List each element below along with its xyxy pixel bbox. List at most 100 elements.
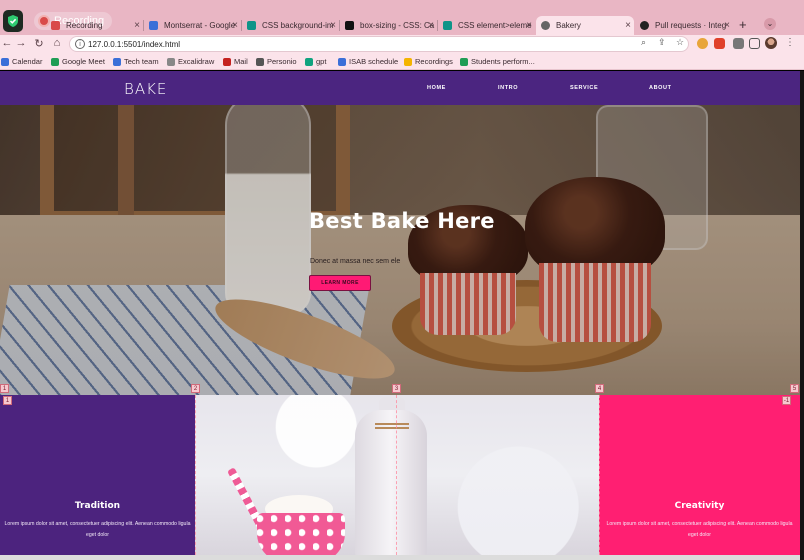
meet-icon [51,58,59,66]
drive-icon [404,58,412,66]
grid-marker: 4 [595,384,604,393]
bookmark-label: Students perform... [471,57,535,66]
tab-title: CSS background-im [262,21,334,30]
bookmark-label: Personio [267,57,297,66]
bookmark-label: Tech team [124,57,159,66]
browser-tab[interactable]: Pull requests · Integ × [635,16,733,35]
site-info-icon[interactable]: i [75,39,85,49]
tab-favicon-icon [149,21,158,30]
doc-icon [113,58,121,66]
browser-tab[interactable]: CSS background-im × [242,16,339,35]
forward-arrow-icon[interactable]: → [14,37,28,49]
grid-marker: 2 [191,384,200,393]
home-icon[interactable]: ⌂ [50,37,64,49]
bookmark-item[interactable]: Mail [223,54,248,69]
browser-tab-bar: Recording Recording × Montserrat - Googl… [0,0,804,35]
close-tab-icon[interactable]: × [526,16,532,35]
nav-link-service[interactable]: SERVICE [570,85,598,91]
window-bottom [0,555,800,560]
close-tab-icon[interactable]: × [724,16,730,35]
nav-link-home[interactable]: HOME [427,85,446,91]
tab-favicon-icon [443,21,452,30]
tab-search-chevron-icon[interactable]: ⌄ [764,18,776,30]
bookmark-label: gpt [316,57,327,66]
milk-bottle-image [355,410,427,555]
address-bar[interactable]: i 127.0.0.1:5501/index.html [69,36,689,52]
close-tab-icon[interactable]: × [232,16,238,35]
bookmark-label: Recordings [415,57,453,66]
globe-icon [541,21,550,30]
bookmark-star-icon[interactable]: ☆ [676,37,684,48]
bookmark-item[interactable]: Tech team [113,54,159,69]
bookmark-item[interactable]: Personio [256,54,297,69]
learn-more-button[interactable]: LEARN MORE [309,275,371,291]
new-tab-button[interactable]: + [739,17,747,32]
bookmark-label: Mail [234,57,248,66]
grid-marker: 1 [0,384,9,393]
side-panel-icon[interactable] [749,38,760,49]
close-tab-icon[interactable]: × [428,16,434,35]
shield-extension-icon[interactable] [3,10,23,32]
hero-section: Best Bake Here Donec at massa nec sem el… [0,105,800,395]
tab-title: box-sizing - CSS: Ca [360,21,435,30]
reload-icon[interactable]: ↻ [32,37,46,50]
feature-text: Lorem ipsum dolor sit amet, consectetuer… [606,521,793,538]
hero-title: Best Bake Here [309,209,495,233]
close-tab-icon[interactable]: × [330,16,336,35]
grid-marker: 1 [3,396,12,405]
grid-line [396,395,397,555]
tab-title: Recording [66,21,103,30]
url-text[interactable]: 127.0.0.1:5501/index.html [88,37,180,52]
grid-marker: 5 [790,384,799,393]
puzzle-icon[interactable] [733,38,744,49]
pink-cup-image [257,513,345,555]
tab-favicon-icon [247,21,256,30]
extension-icon[interactable] [714,38,725,49]
extension-icon[interactable] [697,38,708,49]
browser-tab[interactable]: Recording × [46,16,143,35]
tab-title: Pull requests · Integ [655,21,727,30]
github-icon [640,21,649,30]
bookmark-item[interactable]: Calendar [1,54,42,69]
bookmark-label: Google Meet [62,57,105,66]
feature-text: Lorem ipsum dolor sit amet, consectetuer… [4,521,191,538]
bookmark-item[interactable]: Excalidraw [167,54,214,69]
nav-link-about[interactable]: ABOUT [649,85,672,91]
sheets-icon [460,58,468,66]
grid-line [195,395,196,555]
site-header: BAKE HOME INTRO SERVICE ABOUT [0,71,800,105]
personio-icon [256,58,264,66]
site-logo[interactable]: BAKE [124,80,167,98]
hero-overlay [0,105,800,395]
browser-tab-active[interactable]: Bakery × [536,16,634,35]
feature-card-tradition: Tradition Lorem ipsum dolor sit amet, co… [0,395,195,555]
bookmark-item[interactable]: Students perform... [460,54,535,69]
share-icon[interactable]: ⇪ [658,37,666,48]
bookmark-item[interactable]: gpt [305,54,326,69]
grid-line [599,395,600,555]
feature-card-creativity: Creativity Lorem ipsum dolor sit amet, c… [599,395,800,555]
close-tab-icon[interactable]: × [134,16,140,35]
zoom-search-icon[interactable]: ⌕ [641,37,646,48]
browser-tab[interactable]: CSS element>eleme × [438,16,535,35]
browser-tab[interactable]: box-sizing - CSS: Ca × [340,16,437,35]
nav-link-intro[interactable]: INTRO [498,85,518,91]
tab-title: Montserrat - Google [164,21,236,30]
more-menu-icon[interactable]: ⋮ [785,37,795,48]
features-section: Tradition Lorem ipsum dolor sit amet, co… [0,395,800,555]
gpt-icon [305,58,313,66]
bookmark-item[interactable]: Recordings [404,54,453,69]
bookmark-item[interactable]: ISAB schedule [338,54,398,69]
back-arrow-icon[interactable]: ← [0,37,14,49]
browser-tab[interactable]: Montserrat - Google × [144,16,241,35]
excalidraw-icon [167,58,175,66]
tab-favicon-icon [345,21,354,30]
hero-subtitle: Donec at massa nec sem ele [310,258,401,265]
bookmark-label: Calendar [12,57,43,66]
profile-avatar[interactable] [765,37,777,49]
feature-image-milk [195,395,599,555]
bookmark-item[interactable]: Google Meet [51,54,105,69]
tab-favicon-icon [51,21,60,30]
grid-marker: -1 [782,396,791,405]
close-tab-icon[interactable]: × [625,16,631,35]
